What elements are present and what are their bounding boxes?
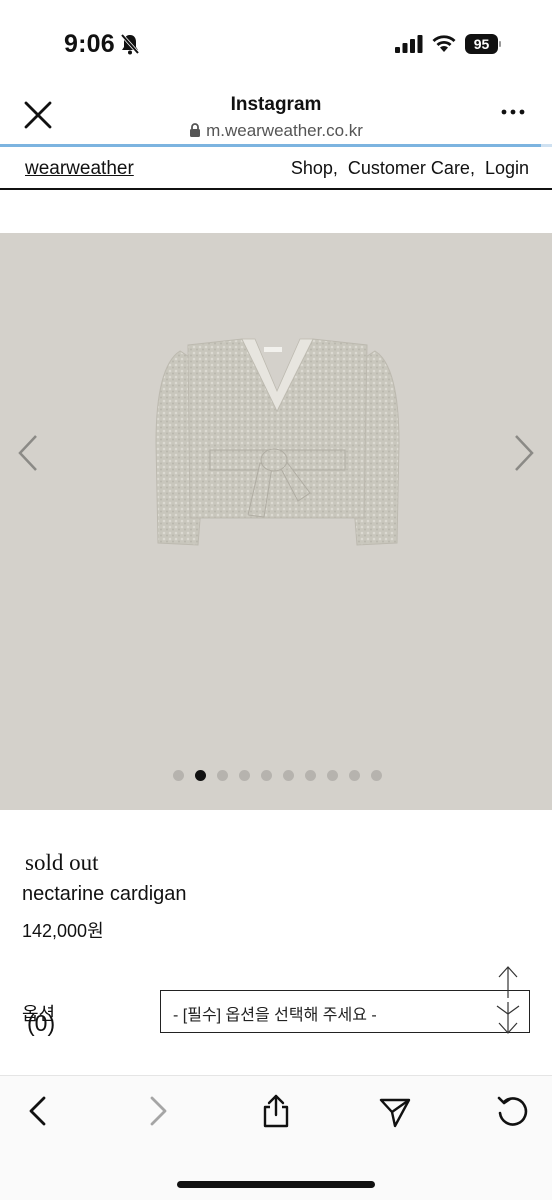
product-photo xyxy=(155,338,400,546)
status-bar: 9:06 95 xyxy=(0,0,552,86)
browser-title: Instagram xyxy=(230,94,322,115)
battery-icon: 95 xyxy=(465,34,501,54)
nav-links: Shop, Customer Care, Login xyxy=(291,158,529,179)
gallery-dot[interactable] xyxy=(282,770,294,781)
site-logo[interactable]: wearweather xyxy=(25,158,134,180)
site-nav: wearweather Shop, Customer Care, Login xyxy=(0,148,552,190)
gallery-dot[interactable] xyxy=(216,770,228,781)
forward-icon[interactable] xyxy=(140,1094,174,1128)
more-icon[interactable] xyxy=(500,108,526,116)
send-icon[interactable] xyxy=(378,1094,412,1128)
browser-header: Instagram m.wearweather.co.kr xyxy=(0,86,552,146)
nav-link-customer-care[interactable]: Customer Care, xyxy=(348,158,475,179)
product-price: 142,000원 xyxy=(22,921,104,941)
gallery-dot[interactable] xyxy=(348,770,360,781)
reload-icon[interactable] xyxy=(496,1094,530,1128)
product-name: nectarine cardigan xyxy=(22,883,187,905)
back-icon[interactable] xyxy=(22,1094,56,1128)
lock-icon xyxy=(190,123,201,137)
scroll-arrows-icon[interactable] xyxy=(494,964,522,1036)
load-progress-bar xyxy=(0,144,541,147)
product-image-gallery[interactable] xyxy=(0,233,552,810)
nav-link-shop[interactable]: Shop, xyxy=(291,158,338,179)
gallery-dot[interactable] xyxy=(194,770,206,781)
browser-url[interactable]: m.wearweather.co.kr xyxy=(0,121,552,141)
signal-icon xyxy=(395,35,423,53)
option-count: (0) xyxy=(27,1010,56,1036)
status-time: 9:06 xyxy=(64,30,115,58)
option-select[interactable]: - [필수] 옵션을 선택해 주세요 - xyxy=(160,990,530,1033)
gallery-dot[interactable] xyxy=(304,770,316,781)
option-select-placeholder: - [필수] 옵션을 선택해 주세요 - xyxy=(173,1007,377,1024)
gallery-dot[interactable] xyxy=(326,770,338,781)
browser-url-text: m.wearweather.co.kr xyxy=(206,121,363,140)
home-indicator[interactable] xyxy=(177,1181,375,1188)
previous-image-icon[interactable] xyxy=(16,433,40,473)
gallery-dot[interactable] xyxy=(172,770,184,781)
gallery-dot[interactable] xyxy=(370,770,382,781)
bell-slash-icon xyxy=(120,33,140,55)
gallery-dot[interactable] xyxy=(238,770,250,781)
sold-out-label: sold out xyxy=(25,850,99,875)
gallery-pagination xyxy=(0,770,552,781)
nav-link-login[interactable]: Login xyxy=(485,158,529,179)
wifi-icon xyxy=(432,35,456,52)
share-icon[interactable] xyxy=(259,1094,293,1128)
next-image-icon[interactable] xyxy=(512,433,536,473)
battery-level: 95 xyxy=(465,34,498,54)
gallery-dot[interactable] xyxy=(260,770,272,781)
